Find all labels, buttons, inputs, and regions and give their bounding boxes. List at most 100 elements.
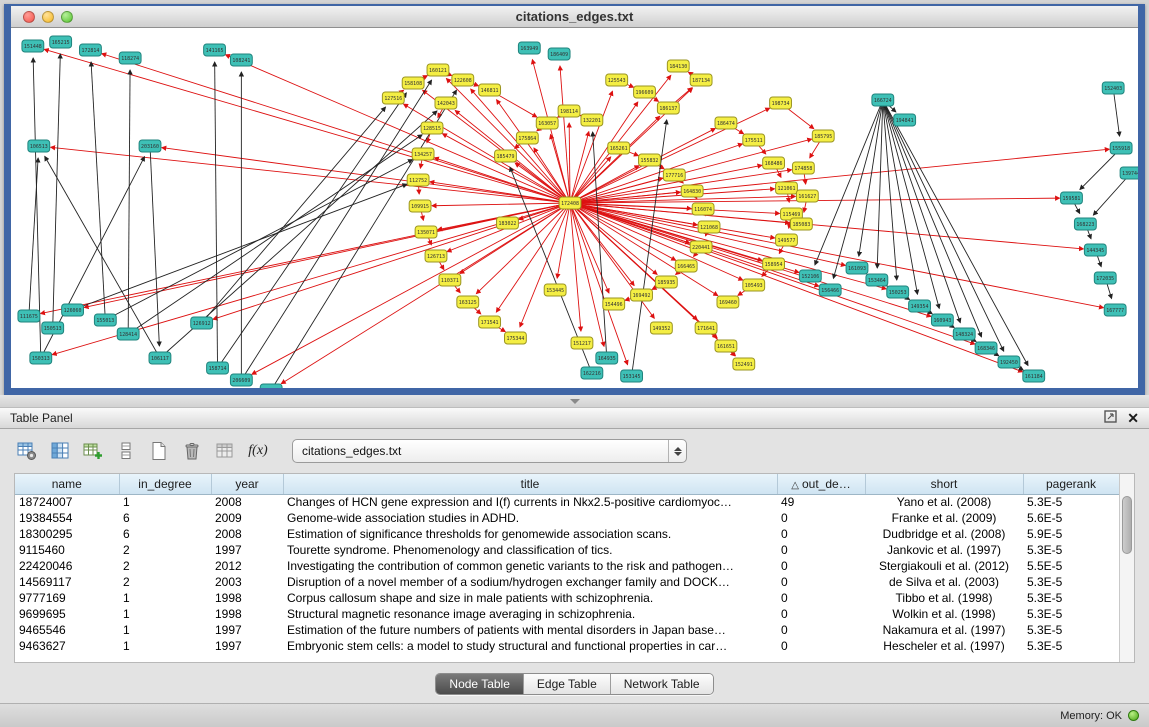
table-cell[interactable]: 2012 <box>211 558 283 574</box>
table-cell[interactable]: 2003 <box>211 574 283 590</box>
column-header-name[interactable]: name <box>15 474 119 494</box>
table-cell[interactable]: 19384554 <box>15 510 119 526</box>
graph-node[interactable]: 121068 <box>698 221 720 233</box>
graph-node[interactable]: 126713 <box>425 250 447 262</box>
graph-node[interactable]: 154496 <box>603 298 625 310</box>
graph-node[interactable]: 118274 <box>119 52 141 64</box>
graph-edge[interactable] <box>41 203 570 314</box>
table-cell[interactable]: Estimation of significance thresholds fo… <box>283 526 777 542</box>
graph-edge[interactable] <box>53 54 61 328</box>
table-cell[interactable]: 2008 <box>211 526 283 542</box>
graph-node[interactable]: 153145 <box>621 370 643 382</box>
graph-edge[interactable] <box>44 49 570 203</box>
table-cell[interactable]: 9463627 <box>15 638 119 654</box>
table-selector-combobox[interactable]: citations_edges.txt <box>292 439 687 463</box>
table-cell[interactable]: Embryonic stem cells: a model to study s… <box>283 638 777 654</box>
import-table-icon[interactable] <box>80 439 106 463</box>
graph-edge[interactable] <box>226 55 571 203</box>
graph-edge[interactable] <box>432 203 570 206</box>
graph-node[interactable]: 141165 <box>204 44 226 56</box>
table-cell[interactable]: Stergiakouli et al. (2012) <box>865 558 1023 574</box>
graph-node[interactable]: 161627 <box>796 190 818 202</box>
column-header-title[interactable]: title <box>283 474 777 494</box>
table-cell[interactable]: Tibbo et al. (1998) <box>865 590 1023 606</box>
graph-node[interactable]: 206609 <box>230 374 252 386</box>
tab-network-table[interactable]: Network Table <box>611 674 713 694</box>
graph-node[interactable]: 168346 <box>975 342 997 354</box>
graph-node[interactable]: 161651 <box>715 340 737 352</box>
graph-node[interactable]: 162216 <box>581 367 603 379</box>
table-cell[interactable]: 6 <box>119 510 211 526</box>
table-cell[interactable]: 0 <box>777 574 865 590</box>
graph-node[interactable]: 166724 <box>872 94 894 106</box>
graph-node[interactable]: 198734 <box>770 97 792 109</box>
graph-node[interactable]: 172814 <box>80 44 102 56</box>
graph-node[interactable]: 186474 <box>715 117 737 129</box>
graph-edge[interactable] <box>215 62 218 368</box>
graph-node[interactable]: 165261 <box>608 142 630 154</box>
graph-node[interactable]: 168223 <box>1074 218 1096 230</box>
graph-node[interactable]: 112752 <box>407 174 429 186</box>
table-cell[interactable]: 5.3E-5 <box>1023 494 1119 510</box>
graph-node[interactable]: 142043 <box>435 97 457 109</box>
table-cell[interactable]: Hescheler et al. (1997) <box>865 638 1023 654</box>
vertical-scrollbar[interactable] <box>1119 474 1134 662</box>
graph-node[interactable]: 144345 <box>1084 244 1106 256</box>
graph-node[interactable]: 127516 <box>382 92 404 104</box>
table-row[interactable]: 1872400712008Changes of HCN gene express… <box>15 494 1119 510</box>
graph-edge[interactable] <box>520 203 570 327</box>
combo-stepper-icon[interactable] <box>668 440 686 462</box>
graph-node[interactable]: 166465 <box>675 260 697 272</box>
table-row[interactable]: 946362711997Embryonic stem cells: a mode… <box>15 638 1119 654</box>
graph-node[interactable]: 153464 <box>866 274 888 286</box>
table-cell[interactable]: 5.3E-5 <box>1023 542 1119 558</box>
node-table-grid[interactable]: namein_degreeyeartitle△out_de…shortpager… <box>15 474 1120 654</box>
table-cell[interactable]: 2 <box>119 542 211 558</box>
graph-node[interactable]: 128515 <box>421 122 443 134</box>
column-header-pagerank[interactable]: pagerank <box>1023 474 1119 494</box>
table-cell[interactable]: 5.3E-5 <box>1023 574 1119 590</box>
graph-node[interactable]: 164830 <box>681 185 703 197</box>
graph-node[interactable]: 177716 <box>663 169 685 181</box>
graph-node[interactable]: 183022 <box>497 217 519 229</box>
graph-node[interactable]: 116074 <box>692 203 714 215</box>
graph-node[interactable]: 172408 <box>559 197 581 209</box>
table-row[interactable]: 946554611997Estimation of the future num… <box>15 622 1119 638</box>
graph-node[interactable]: 194841 <box>894 114 916 126</box>
graph-node[interactable]: 185479 <box>495 150 517 162</box>
table-cell[interactable]: 0 <box>777 606 865 622</box>
table-cell[interactable]: 1998 <box>211 590 283 606</box>
graph-node[interactable]: 175511 <box>743 134 765 146</box>
table-cell[interactable]: 2 <box>119 558 211 574</box>
graph-node[interactable]: 203160 <box>139 140 161 152</box>
table-cell[interactable]: 1 <box>119 638 211 654</box>
table-cell[interactable]: 2009 <box>211 510 283 526</box>
graph-node[interactable]: 150253 <box>887 286 909 298</box>
table-cell[interactable]: 1 <box>119 590 211 606</box>
table-row[interactable]: 911546021997Tourette syndrome. Phenomeno… <box>15 542 1119 558</box>
graph-node[interactable]: 134257 <box>412 148 434 160</box>
graph-node[interactable]: 150513 <box>42 322 64 334</box>
graph-node[interactable]: 146811 <box>479 84 501 96</box>
divider-grip-icon[interactable] <box>570 399 580 404</box>
graph-edge[interactable] <box>877 100 883 268</box>
graph-node[interactable]: 174858 <box>792 162 814 174</box>
graph-node[interactable]: 152491 <box>733 358 755 370</box>
table-cell[interactable]: Wolkin et al. (1998) <box>865 606 1023 622</box>
table-cell[interactable]: 14569117 <box>15 574 119 590</box>
column-header-in-degree[interactable]: in_degree <box>119 474 211 494</box>
table-cell[interactable]: Corpus callosum shape and size in male p… <box>283 590 777 606</box>
graph-node[interactable]: 156466 <box>819 284 841 296</box>
graph-node[interactable]: 167777 <box>1104 304 1126 316</box>
graph-node[interactable]: 121061 <box>776 182 798 194</box>
graph-edge[interactable] <box>570 203 743 280</box>
graph-edge[interactable] <box>202 107 386 323</box>
graph-node[interactable]: 198114 <box>558 105 580 117</box>
graph-node[interactable]: 148324 <box>953 328 975 340</box>
graph-edge[interactable] <box>833 100 882 278</box>
table-row[interactable]: 1456911722003Disruption of a novel membe… <box>15 574 1119 590</box>
delete-table-icon[interactable] <box>179 439 205 463</box>
table-cell[interactable]: Genome-wide association studies in ADHD. <box>283 510 777 526</box>
graph-node[interactable]: 132201 <box>581 114 603 126</box>
table-cell[interactable]: Tourette syndrome. Phenomenology and cla… <box>283 542 777 558</box>
